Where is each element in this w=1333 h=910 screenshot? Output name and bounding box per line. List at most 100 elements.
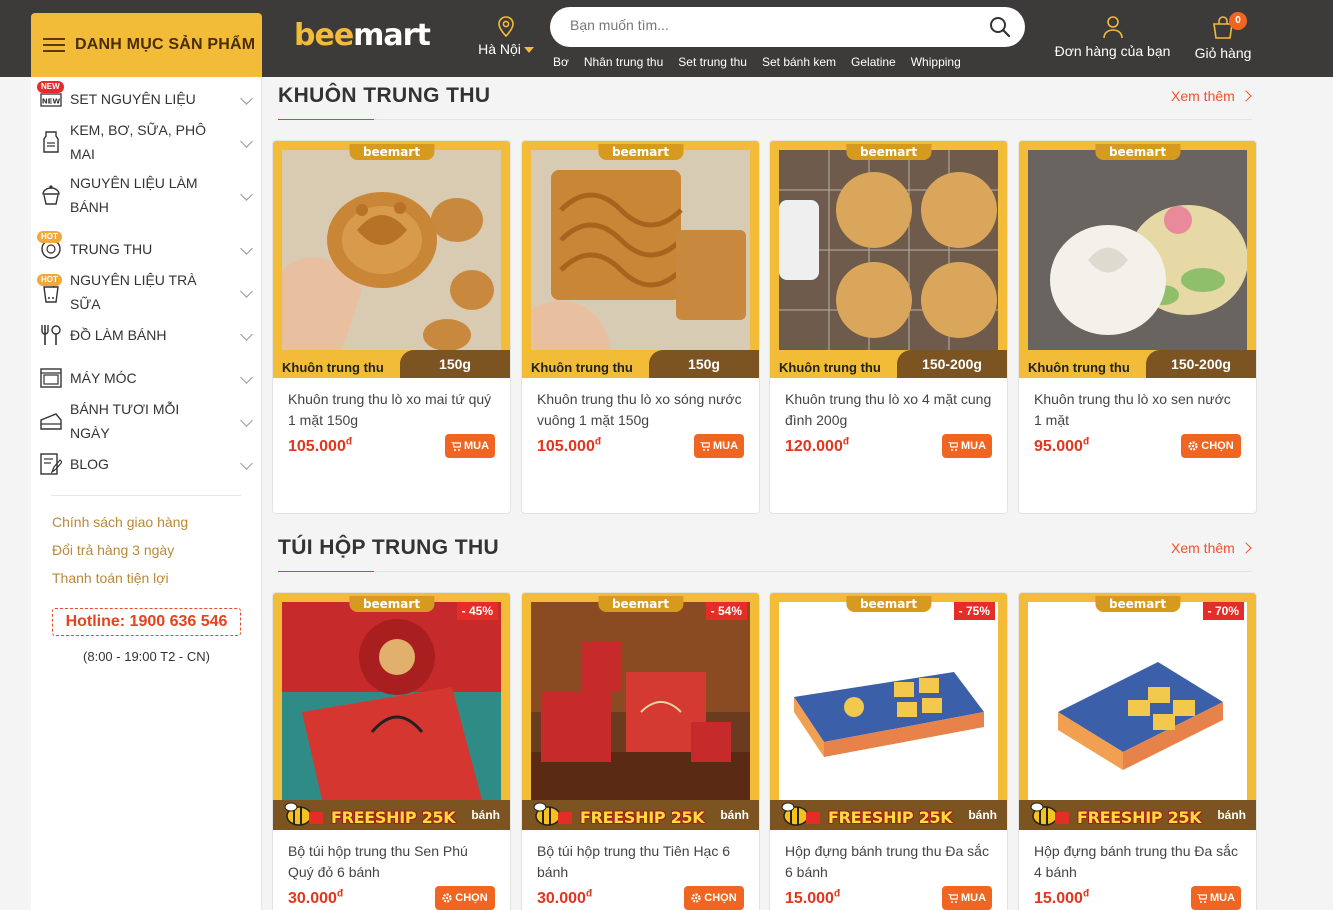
freeship-tail-text: bánh <box>968 808 997 822</box>
product-card[interactable]: beemart Khuôn trung thu 150-200g Khuôn t… <box>769 140 1008 514</box>
buy-button[interactable]: MUA <box>445 434 495 458</box>
product-card[interactable]: beemart - 54% bánh FREESHIP 25K Bộ túi h… <box>521 592 760 910</box>
svg-text:NEW: NEW <box>42 97 61 105</box>
product-thumbnail[interactable]: beemart - 54% bánh FREESHIP 25K <box>522 593 759 830</box>
buy-button[interactable]: MUA <box>942 886 992 910</box>
product-name[interactable]: Khuôn trung thu lò xo mai tứ quý 1 mặt 1… <box>288 389 495 431</box>
quick-links: Bơ Nhân trung thu Set trung thu Set bánh… <box>553 55 976 69</box>
product-card[interactable]: beemart Khuôn trung thu 150g Khuôn trung… <box>521 140 760 514</box>
freeship-tail-text: bánh <box>471 808 500 822</box>
product-card[interactable]: beemart - 75% bánh FREESHIP 25K Hộp đựng… <box>769 592 1008 910</box>
gear-icon <box>442 893 452 903</box>
category-sidebar: NEW NEW SET NGUYÊN LIỆU KEM, BƠ, SỮA, PH… <box>31 77 262 910</box>
quick-link[interactable]: Set bánh kem <box>762 55 836 69</box>
chevron-down-icon <box>240 241 253 255</box>
payment-link[interactable]: Thanh toán tiện lợi <box>52 564 261 592</box>
user-icon <box>1102 16 1123 39</box>
product-price: 30.000đ <box>288 889 344 908</box>
sidebar-item-label: MÁY MÓC <box>70 369 137 386</box>
product-weight-label: 150-200g <box>897 350 1007 378</box>
freeship-label: FREESHIP 25K <box>1077 808 1202 827</box>
chevron-down-icon <box>240 284 253 298</box>
product-thumbnail[interactable]: beemart Khuôn trung thu 150g <box>273 141 510 378</box>
quick-link[interactable]: Set trung thu <box>678 55 747 69</box>
policy-links: Chính sách giao hàng Đổi trả hàng 3 ngày… <box>31 496 261 592</box>
bee-delivery-icon <box>533 802 572 826</box>
location-selector[interactable]: Hà Nội <box>476 16 536 57</box>
site-header: DANH MỤC SẢN PHẨM beemart Hà Nội Bơ Nhân… <box>0 0 1333 77</box>
product-thumbnail[interactable]: beemart Khuôn trung thu 150g <box>522 141 759 378</box>
return-policy-link[interactable]: Đổi trả hàng 3 ngày <box>52 536 261 564</box>
beemart-watermark: beemart <box>845 144 932 160</box>
discount-badge: - 70% <box>1202 602 1244 620</box>
quick-link[interactable]: Whipping <box>911 55 961 69</box>
quick-link[interactable]: Nhân trung thu <box>584 55 663 69</box>
product-thumbnail[interactable]: beemart - 45% bánh FREESHIP 25K <box>273 593 510 830</box>
hot-badge: HOT <box>37 274 62 286</box>
cart-icon <box>1196 893 1207 903</box>
product-weight-label: 150g <box>400 350 510 378</box>
sidebar-item-may-moc[interactable]: MÁY MÓC <box>31 356 261 399</box>
cart-icon <box>947 441 958 451</box>
discount-badge: - 54% <box>705 602 747 620</box>
sidebar-item-blog[interactable]: BLOG <box>31 442 261 485</box>
bee-delivery-icon <box>781 802 820 826</box>
sidebar-item-do-lam-banh[interactable]: ĐỒ LÀM BÁNH <box>31 313 261 356</box>
sidebar-item-trung-thu[interactable]: HOT TRUNG THU <box>31 227 261 270</box>
chevron-down-icon <box>240 370 253 384</box>
beemart-watermark: beemart <box>1094 144 1181 160</box>
location-pin-icon <box>498 16 514 38</box>
freeship-label: FREESHIP 25K <box>331 808 456 827</box>
orders-link[interactable]: Đơn hàng của bạn <box>1050 15 1175 59</box>
product-card[interactable]: beemart Khuôn trung thu 150-200g Khuôn t… <box>1018 140 1257 514</box>
buy-button[interactable]: MUA <box>1191 886 1241 910</box>
choose-button[interactable]: CHỌN <box>1181 434 1241 458</box>
product-image <box>282 602 501 800</box>
chevron-down-icon <box>240 327 253 341</box>
product-thumbnail[interactable]: beemart Khuôn trung thu 150-200g <box>770 141 1007 378</box>
product-name[interactable]: Bộ túi hộp trung thu Sen Phú Quý đỏ 6 bá… <box>288 841 495 883</box>
product-thumbnail[interactable]: beemart Khuôn trung thu 150-200g <box>1019 141 1256 378</box>
product-name[interactable]: Hộp đựng bánh trung thu Đa sắc 4 bánh <box>1034 841 1241 883</box>
sidebar-item-set-nguyen-lieu[interactable]: NEW NEW SET NGUYÊN LIỆU <box>31 77 261 120</box>
gear-icon <box>1188 441 1198 451</box>
quick-link[interactable]: Gelatine <box>851 55 896 69</box>
product-card[interactable]: beemart - 70% bánh FREESHIP 25K Hộp đựng… <box>1018 592 1257 910</box>
product-thumbnail[interactable]: beemart - 75% bánh FREESHIP 25K <box>770 593 1007 830</box>
hotline[interactable]: Hotline: 1900 636 546 <box>52 608 241 636</box>
sidebar-item-label: BÁNH TƯƠI MỖI NGÀY <box>70 400 180 441</box>
sidebar-item-nguyen-lieu-lam-banh[interactable]: NGUYÊN LIỆU LÀM BÁNH <box>31 163 261 227</box>
sidebar-item-tra-sua[interactable]: HOT NGUYÊN LIỆU TRÀ SỮA <box>31 270 261 313</box>
product-price: 95.000đ <box>1034 437 1090 456</box>
product-name[interactable]: Hộp đựng bánh trung thu Đa sắc 6 bánh <box>785 841 992 883</box>
product-name[interactable]: Khuôn trung thu lò xo sóng nước vuông 1 … <box>537 389 744 431</box>
milk-icon <box>39 130 63 154</box>
product-price: 120.000đ <box>785 437 849 456</box>
product-card[interactable]: beemart Khuôn trung thu 150g Khuôn trung… <box>272 140 511 514</box>
cart-icon <box>450 441 461 451</box>
see-more-link[interactable]: Xem thêm <box>1171 540 1250 556</box>
product-name[interactable]: Khuôn trung thu lò xo 4 mặt cung đình 20… <box>785 389 992 431</box>
buy-button[interactable]: MUA <box>942 434 992 458</box>
quick-link[interactable]: Bơ <box>553 55 569 69</box>
choose-button[interactable]: CHỌN <box>684 886 744 910</box>
cart-link[interactable]: 0 Giỏ hàng <box>1190 12 1256 61</box>
product-name[interactable]: Khuôn trung thu lò xo sen nước 1 mặt <box>1034 389 1241 431</box>
see-more-link[interactable]: Xem thêm <box>1171 88 1250 104</box>
search-icon[interactable] <box>989 16 1011 38</box>
discount-badge: - 75% <box>953 602 995 620</box>
category-menu-button[interactable]: DANH MỤC SẢN PHẨM <box>31 13 262 77</box>
cart-icon <box>947 893 958 903</box>
search-input[interactable] <box>570 17 970 33</box>
product-card[interactable]: beemart - 45% bánh FREESHIP 25K Bộ túi h… <box>272 592 511 910</box>
choose-button[interactable]: CHỌN <box>435 886 495 910</box>
product-name[interactable]: Bộ túi hộp trung thu Tiên Hạc 6 bánh <box>537 841 744 883</box>
sidebar-item-banh-tuoi[interactable]: BÁNH TƯƠI MỖI NGÀY <box>31 399 261 442</box>
shipping-policy-link[interactable]: Chính sách giao hàng <box>52 508 261 536</box>
product-thumbnail[interactable]: beemart - 70% bánh FREESHIP 25K <box>1019 593 1256 830</box>
cart-count-badge: 0 <box>1229 12 1247 30</box>
beemart-logo[interactable]: beemart <box>294 18 431 53</box>
buy-button[interactable]: MUA <box>694 434 744 458</box>
sidebar-item-kem-bo-sua[interactable]: KEM, BƠ, SỮA, PHÔ MAI <box>31 120 261 163</box>
oven-icon <box>39 366 63 390</box>
